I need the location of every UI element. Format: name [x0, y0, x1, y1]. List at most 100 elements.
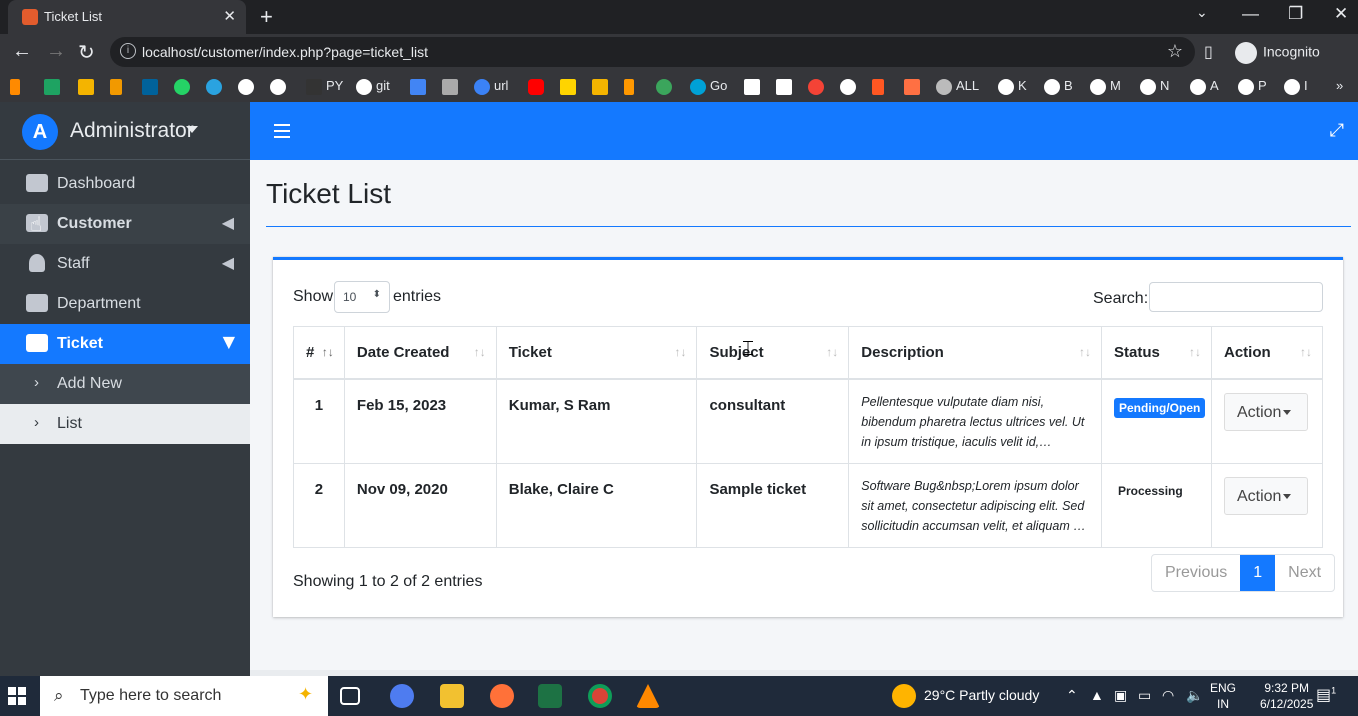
column-header-status[interactable]: Status ↑↓	[1101, 326, 1212, 380]
sidebar-item-ticket[interactable]: Ticket ◀	[0, 324, 250, 364]
show-hidden-icons-icon[interactable]: ⌃	[1066, 687, 1078, 704]
sidebar-item-list[interactable]: › List	[0, 404, 250, 444]
bookmark-item[interactable]	[10, 76, 24, 96]
side-panel-icon[interactable]: ▯	[1204, 42, 1213, 62]
bookmark-item[interactable]	[656, 76, 676, 96]
hamburger-menu-icon[interactable]	[274, 124, 290, 138]
app-tray-icon[interactable]: ▣	[1114, 687, 1127, 704]
bookmark-item[interactable]	[840, 76, 860, 96]
search-label: Search:	[1093, 290, 1149, 307]
bookmark-item[interactable]	[442, 76, 462, 96]
bookmark-item[interactable]	[904, 76, 924, 96]
bookmark-item[interactable]: N	[1140, 76, 1169, 96]
close-tab-icon[interactable]: ✕	[223, 7, 236, 25]
bookmark-item[interactable]	[776, 76, 796, 96]
bookmark-item[interactable]	[142, 76, 162, 96]
sidebar-item-dashboard[interactable]: Dashboard	[0, 164, 250, 204]
sidebar-item-staff[interactable]: Staff ◀	[0, 244, 250, 284]
bookmark-item[interactable]: M	[1090, 76, 1121, 96]
bookmark-item[interactable]: K	[998, 76, 1027, 96]
file-explorer-icon[interactable]	[440, 684, 464, 708]
close-window-icon[interactable]: ✕	[1334, 4, 1348, 24]
cell-num: 2	[293, 463, 345, 548]
show-label: Show	[293, 288, 334, 305]
bookmark-item[interactable]	[174, 76, 194, 96]
language-indicator[interactable]: ENG IN	[1210, 680, 1236, 712]
bookmark-item[interactable]	[560, 76, 580, 96]
windows-start-icon[interactable]	[8, 687, 26, 705]
browser-tab-bar: Ticket List ✕ + ⌄ — ❐ ✕	[0, 0, 1358, 34]
previous-page-button[interactable]: Previous	[1152, 555, 1240, 591]
copilot-icon[interactable]	[390, 684, 414, 708]
bookmark-item[interactable]	[744, 76, 764, 96]
sidebar-item-add-new[interactable]: › Add New	[0, 364, 250, 404]
notification-icon[interactable]: ▤1	[1316, 685, 1336, 705]
column-header-subject[interactable]: Subject ↑↓	[696, 326, 850, 380]
bookmark-item[interactable]	[528, 76, 548, 96]
column-header-action[interactable]: Action ↑↓	[1210, 326, 1324, 380]
back-icon[interactable]: ←	[12, 40, 32, 63]
bookmark-item[interactable]: ALL	[936, 76, 979, 96]
vlc-tray-icon[interactable]: ▲	[1090, 687, 1104, 703]
bookmark-item[interactable]	[78, 76, 98, 96]
column-header-ticket[interactable]: Ticket ↑↓	[495, 326, 698, 380]
bookmark-item[interactable]: Go	[690, 76, 727, 96]
sidebar-item-label: Dashboard	[57, 175, 136, 192]
volume-icon[interactable]: 🔈	[1186, 687, 1203, 704]
bookmark-item[interactable]: url	[474, 76, 508, 96]
bookmark-item[interactable]: I	[1284, 76, 1308, 96]
site-info-icon[interactable]: i	[120, 43, 136, 59]
vlc-icon[interactable]	[636, 684, 660, 708]
column-header-num[interactable]: # ↑↓	[293, 326, 345, 380]
forward-icon[interactable]: →	[46, 40, 66, 63]
browser-tab[interactable]: Ticket List ✕	[8, 0, 246, 34]
restore-icon[interactable]: ❐	[1288, 4, 1303, 24]
minimize-icon[interactable]: —	[1242, 4, 1259, 24]
bookmark-item[interactable]: git	[356, 76, 390, 96]
bookmark-item[interactable]	[206, 76, 226, 96]
excel-icon[interactable]	[538, 684, 562, 708]
bookmark-item[interactable]: P	[1238, 76, 1267, 96]
system-clock[interactable]: 9:32 PM 6/12/2025	[1260, 680, 1313, 712]
bookmark-item[interactable]: B	[1044, 76, 1073, 96]
new-tab-icon[interactable]: +	[260, 4, 273, 30]
bookmark-item[interactable]	[872, 76, 888, 96]
search-highlight-icon: ✦	[298, 684, 314, 704]
task-view-icon[interactable]	[340, 687, 360, 705]
battery-icon[interactable]: ▭	[1138, 687, 1151, 704]
chrome-icon[interactable]	[588, 684, 612, 708]
tab-search-icon[interactable]: ⌄	[1196, 4, 1208, 21]
bookmark-item[interactable]	[44, 76, 64, 96]
address-bar[interactable]: i localhost/customer/index.php?page=tick…	[110, 37, 1195, 67]
next-page-button[interactable]: Next	[1275, 555, 1334, 591]
column-header-date[interactable]: Date Created ↑↓	[343, 326, 497, 380]
bookmark-item[interactable]: PY	[306, 76, 343, 96]
action-dropdown-button[interactable]: Action	[1223, 392, 1308, 431]
bookmark-item[interactable]	[624, 76, 638, 96]
bookmark-label: url	[494, 78, 509, 93]
weather-text[interactable]: 29°C Partly cloudy	[924, 687, 1039, 703]
bookmark-item[interactable]	[270, 76, 290, 96]
bookmark-item[interactable]	[410, 76, 430, 96]
reload-icon[interactable]: ↻	[78, 40, 95, 65]
incognito-icon	[1235, 42, 1257, 64]
bookmark-item[interactable]: A	[1190, 76, 1219, 96]
fullscreen-icon[interactable]: ⤢	[1330, 120, 1344, 141]
firefox-icon[interactable]	[490, 684, 514, 708]
column-header-description[interactable]: Description ↑↓	[848, 326, 1102, 380]
incognito-badge[interactable]: Incognito	[1235, 42, 1320, 64]
bookmark-item[interactable]	[808, 76, 828, 96]
bookmark-item[interactable]	[592, 76, 612, 96]
search-input[interactable]	[1149, 282, 1323, 312]
user-menu[interactable]: A Administrator	[0, 102, 250, 160]
bookmark-star-icon[interactable]: ☆	[1167, 41, 1183, 62]
taskbar-search[interactable]: ⌕ Type here to search ✦	[40, 676, 328, 716]
wifi-icon[interactable]: ◠	[1162, 687, 1174, 704]
entries-select[interactable]: 10 ⬍	[334, 281, 390, 313]
page-1-button[interactable]: 1	[1240, 555, 1276, 591]
sidebar-item-department[interactable]: Department	[0, 284, 250, 324]
more-bookmarks-icon[interactable]: »	[1336, 76, 1343, 96]
bookmark-item[interactable]	[238, 76, 258, 96]
bookmark-item[interactable]	[110, 76, 126, 96]
action-dropdown-button[interactable]: Action	[1223, 477, 1308, 515]
